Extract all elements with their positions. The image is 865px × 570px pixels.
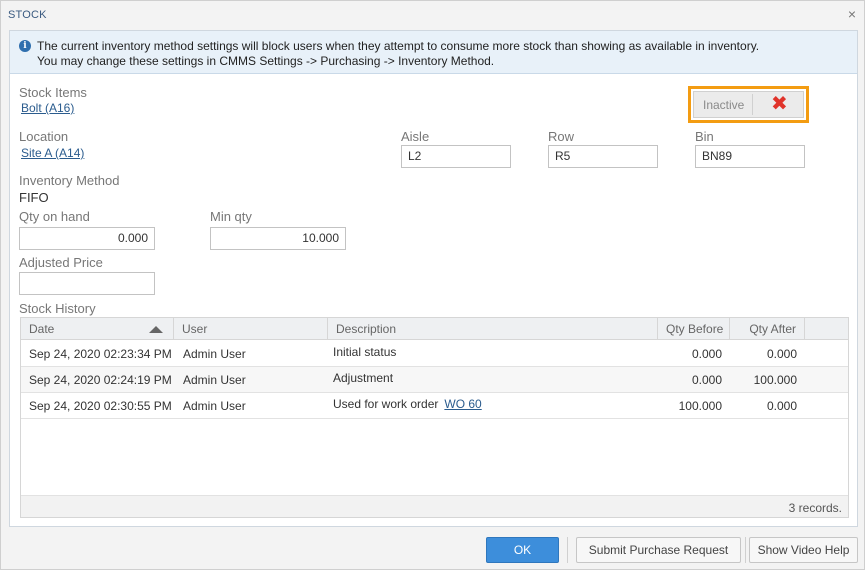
table-row[interactable]: Sep 24, 2020 02:24:19 PM Admin User Adju… (21, 367, 848, 393)
title-bar: STOCK × (1, 1, 864, 29)
ok-button[interactable]: OK (486, 537, 559, 563)
location-link[interactable]: Site A (A14) (21, 146, 84, 160)
table-row[interactable]: Sep 24, 2020 02:23:34 PM Admin User Init… (21, 341, 848, 367)
stock-item-link[interactable]: Bolt (A16) (21, 101, 74, 115)
status-toggle-highlight: Inactive ✖ (688, 86, 809, 123)
qty-on-hand-label: Qty on hand (19, 209, 90, 224)
column-header-user[interactable]: User (174, 318, 328, 340)
row-label: Row (548, 129, 575, 144)
cell-date: Sep 24, 2020 02:24:19 PM (29, 373, 172, 387)
bin-label: Bin (695, 129, 714, 144)
cell-user: Admin User (183, 399, 246, 413)
records-count: 3 records. (788, 501, 842, 515)
grid-footer: 3 records. (21, 495, 848, 517)
close-icon[interactable]: × (845, 7, 859, 21)
cell-date: Sep 24, 2020 02:30:55 PM (29, 399, 172, 413)
table-row[interactable]: Sep 24, 2020 02:30:55 PM Admin User Used… (21, 393, 848, 419)
adjusted-price-input[interactable] (19, 272, 155, 295)
content-panel: i The current inventory method settings … (9, 30, 858, 527)
cell-qty-before: 0.000 (691, 347, 722, 361)
column-header-date-label: Date (29, 322, 55, 336)
cell-user: Admin User (183, 347, 246, 361)
aisle-input[interactable]: L2 (401, 145, 511, 168)
inventory-method-value: FIFO (19, 190, 49, 205)
button-divider (745, 537, 746, 563)
adjusted-price-label: Adjusted Price (19, 255, 103, 270)
cell-qty-after: 0.000 (766, 347, 797, 361)
cell-qty-after: 0.000 (766, 399, 797, 413)
dialog-title: STOCK (8, 9, 47, 21)
cell-user: Admin User (183, 373, 246, 387)
min-qty-input[interactable]: 10.000 (210, 227, 346, 250)
location-label: Location (19, 129, 69, 144)
aisle-label: Aisle (401, 129, 430, 144)
info-message-line2: You may change these settings in CMMS Se… (37, 54, 495, 68)
bin-input[interactable]: BN89 (695, 145, 805, 168)
info-message-line1: The current inventory method settings wi… (37, 39, 760, 53)
show-video-help-button[interactable]: Show Video Help (749, 537, 858, 563)
column-header-date[interactable]: Date (21, 318, 174, 340)
row-input[interactable]: R5 (548, 145, 658, 168)
min-qty-label: Min qty (210, 209, 252, 224)
stock-items-label: Stock Items (19, 85, 87, 100)
cell-qty-before: 0.000 (691, 373, 722, 387)
info-icon: i (19, 40, 31, 52)
status-toggle[interactable]: Inactive ✖ (693, 91, 804, 118)
qty-on-hand-input[interactable]: 0.000 (19, 227, 155, 250)
column-header-qty-after[interactable]: Qty After (730, 318, 805, 340)
inventory-method-label: Inventory Method (19, 173, 120, 188)
cell-qty-before: 100.000 (678, 399, 722, 413)
cell-description: Used for work order WO 60 (325, 397, 490, 423)
stock-history-grid: Date User Description Qty Before Qty Aft… (20, 317, 849, 518)
button-divider (567, 537, 568, 563)
stock-history-label: Stock History (19, 301, 96, 316)
status-toggle-label: Inactive (703, 98, 745, 112)
inactive-x-icon[interactable]: ✖ (771, 93, 788, 115)
column-header-description[interactable]: Description (328, 318, 658, 340)
stock-dialog: STOCK × i The current inventory method s… (0, 0, 865, 570)
cell-description-text: Used for work order (333, 397, 439, 411)
cell-qty-after: 100.000 (753, 373, 797, 387)
grid-header: Date User Description Qty Before Qty Aft… (21, 318, 848, 340)
sort-ascending-icon (149, 326, 163, 333)
column-header-qty-before[interactable]: Qty Before (658, 318, 730, 340)
work-order-link[interactable]: WO 60 (444, 397, 481, 411)
toggle-divider (752, 94, 753, 115)
info-banner: i The current inventory method settings … (10, 31, 857, 74)
cell-date: Sep 24, 2020 02:23:34 PM (29, 347, 172, 361)
submit-purchase-request-button[interactable]: Submit Purchase Request (576, 537, 741, 563)
